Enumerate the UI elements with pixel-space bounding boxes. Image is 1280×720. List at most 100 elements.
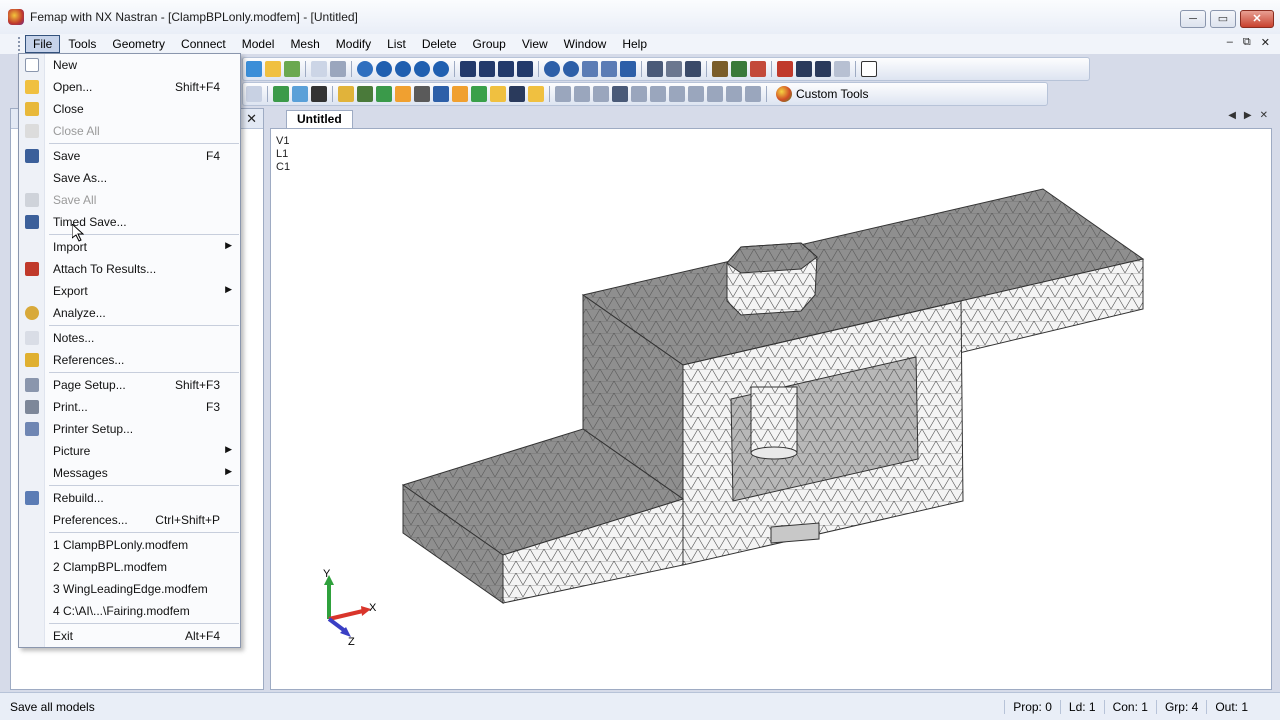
toolbar-mesh-tool-9-icon[interactable] — [490, 86, 506, 102]
toolbar-rotate-right-icon[interactable] — [395, 61, 411, 77]
toolbar-geom-9-icon[interactable] — [707, 86, 723, 102]
toolbar-rotate-down-icon[interactable] — [433, 61, 449, 77]
toolbar-center-icon[interactable] — [620, 61, 636, 77]
status-load[interactable]: Ld: 1 — [1059, 699, 1104, 714]
toolbar-print-icon[interactable] — [330, 61, 346, 77]
close-button[interactable]: ✕ — [1240, 10, 1274, 28]
toolbar-zoom-out-icon[interactable] — [563, 61, 579, 77]
toolbar-geom-5-icon[interactable] — [631, 86, 647, 102]
toolbar-zoom-box-icon[interactable] — [582, 61, 598, 77]
menu-window[interactable]: Window — [556, 35, 615, 53]
menu-group[interactable]: Group — [465, 35, 514, 53]
maximize-button[interactable]: ▭ — [1210, 10, 1236, 28]
toolbar-axis-z-icon[interactable] — [517, 61, 533, 77]
toolbar-window-icon[interactable] — [861, 61, 877, 77]
toolbar-axis-y-icon[interactable] — [498, 61, 514, 77]
file-menu-export[interactable]: Export ▶ — [19, 280, 240, 302]
custom-tools-button[interactable]: Custom Tools — [772, 86, 872, 102]
menu-help[interactable]: Help — [614, 35, 655, 53]
status-constraint[interactable]: Con: 1 — [1103, 699, 1156, 714]
toolbar-edit-icon[interactable] — [246, 86, 262, 102]
tab-prev-icon[interactable]: ◀ — [1228, 110, 1236, 121]
toolbar-autoscale-icon[interactable] — [601, 61, 617, 77]
toolbar-open-icon[interactable] — [265, 61, 281, 77]
toolbar-geom-2-icon[interactable] — [574, 86, 590, 102]
toolbar-mesh-icon[interactable] — [273, 86, 289, 102]
menu-connect[interactable]: Connect — [173, 35, 234, 53]
toolbar-mesh-tool-8-icon[interactable] — [471, 86, 487, 102]
toolbar-pointer-icon[interactable] — [796, 61, 812, 77]
file-menu-recent-2[interactable]: 2 ClampBPL.modfem — [19, 556, 240, 578]
file-menu-print[interactable]: Print... F3 — [19, 396, 240, 418]
toolbar-labels-icon[interactable] — [712, 61, 728, 77]
toolbar-pan-icon[interactable] — [460, 61, 476, 77]
toolbar-mesh-tool-4-icon[interactable] — [395, 86, 411, 102]
toolbar-geom-4-icon[interactable] — [612, 86, 628, 102]
toolbar-mesh-tool-11-icon[interactable] — [528, 86, 544, 102]
menu-model[interactable]: Model — [234, 35, 283, 53]
file-menu-timed-save[interactable]: Timed Save... — [19, 211, 240, 233]
toolbar-geom-7-icon[interactable] — [669, 86, 685, 102]
menu-geometry[interactable]: Geometry — [104, 35, 173, 53]
toolbar-model-info-icon[interactable] — [246, 61, 262, 77]
toolbar-mesh-tool-10-icon[interactable] — [509, 86, 525, 102]
file-menu-attach-results[interactable]: Attach To Results... — [19, 258, 240, 280]
toolbar-mesh-tool-6-icon[interactable] — [433, 86, 449, 102]
file-menu-recent-1[interactable]: 1 ClampBPLonly.modfem — [19, 534, 240, 556]
file-menu-preferences[interactable]: Preferences... Ctrl+Shift+P — [19, 509, 240, 531]
file-menu-save-as[interactable]: Save As... — [19, 167, 240, 189]
menubar-grip[interactable] — [18, 37, 21, 51]
toolbar-select-icon[interactable] — [777, 61, 793, 77]
minimize-button[interactable]: ─ — [1180, 10, 1206, 28]
mdi-close-button[interactable]: ✕ — [1261, 36, 1270, 49]
toolbar-mesh-tool-1-icon[interactable] — [338, 86, 354, 102]
toolbar-mesh-tool-2-icon[interactable] — [357, 86, 373, 102]
file-menu-analyze[interactable]: Analyze... — [19, 302, 240, 324]
toolbar-geom-11-icon[interactable] — [745, 86, 761, 102]
toolbar-zoom-in-icon[interactable] — [544, 61, 560, 77]
file-menu-recent-4[interactable]: 4 C:\AI\...\Fairing.modfem — [19, 600, 240, 622]
file-menu-new[interactable]: New — [19, 54, 240, 76]
status-output[interactable]: Out: 1 — [1206, 699, 1256, 714]
toolbar-mesh-tool-5-icon[interactable] — [414, 86, 430, 102]
toolbar-view-style-icon[interactable] — [666, 61, 682, 77]
toolbar-minimize-icon[interactable] — [311, 61, 327, 77]
file-menu-messages[interactable]: Messages ▶ — [19, 462, 240, 484]
toolbar-geom-3-icon[interactable] — [593, 86, 609, 102]
toolbar-grid-icon[interactable] — [284, 61, 300, 77]
menu-list[interactable]: List — [379, 35, 414, 53]
toolbar-geom-6-icon[interactable] — [650, 86, 666, 102]
tab-untitled[interactable]: Untitled — [286, 110, 353, 128]
file-menu-save[interactable]: Save F4 — [19, 145, 240, 167]
file-menu-open[interactable]: Open... Shift+F4 — [19, 76, 240, 98]
toolbar-view-options-icon[interactable] — [731, 61, 747, 77]
mdi-restore-button[interactable]: ⧉ — [1243, 36, 1251, 49]
toolbar-rotate-up-icon[interactable] — [414, 61, 430, 77]
toolbar-mesh-size-icon[interactable] — [292, 86, 308, 102]
toolbar-globe-icon[interactable] — [357, 61, 373, 77]
file-menu-import[interactable]: Import ▶ — [19, 236, 240, 258]
menu-modify[interactable]: Modify — [328, 35, 379, 53]
toolbar-geom-1-icon[interactable] — [555, 86, 571, 102]
menu-mesh[interactable]: Mesh — [282, 35, 327, 53]
toolbar-mesh-tool-3-icon[interactable] — [376, 86, 392, 102]
tab-next-icon[interactable]: ▶ — [1244, 110, 1252, 121]
toolbar-geom-10-icon[interactable] — [726, 86, 742, 102]
toolbar-mesh-tool-7-icon[interactable] — [452, 86, 468, 102]
toolbar-view-quick-icon[interactable] — [750, 61, 766, 77]
toolbar-select-box-icon[interactable] — [815, 61, 831, 77]
file-menu-rebuild[interactable]: Rebuild... — [19, 487, 240, 509]
file-menu-notes[interactable]: Notes... — [19, 327, 240, 349]
file-menu-close[interactable]: Close — [19, 98, 240, 120]
toolbar-axis-x-icon[interactable] — [479, 61, 495, 77]
toolbar-node-count-icon[interactable] — [311, 86, 327, 102]
menu-view[interactable]: View — [514, 35, 556, 53]
mdi-minimize-button[interactable]: – — [1227, 36, 1233, 49]
toolbar-geom-8-icon[interactable] — [688, 86, 704, 102]
status-prop[interactable]: Prop: 0 — [1004, 699, 1060, 714]
toolbar-entity-icon[interactable] — [834, 61, 850, 77]
file-menu-exit[interactable]: Exit Alt+F4 — [19, 625, 240, 647]
menu-tools[interactable]: Tools — [60, 35, 104, 53]
status-group[interactable]: Grp: 4 — [1155, 699, 1206, 714]
file-menu-recent-3[interactable]: 3 WingLeadingEdge.modfem — [19, 578, 240, 600]
